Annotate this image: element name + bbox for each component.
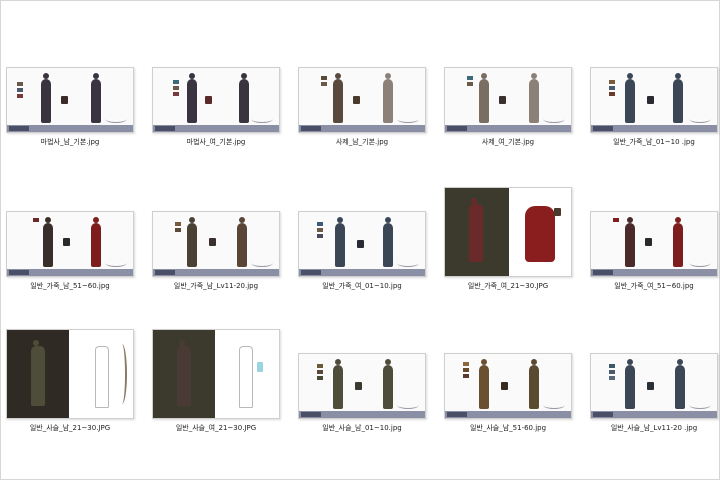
file-thumbnail[interactable] — [590, 67, 718, 133]
file-tile[interactable]: 일반_가죽_여_01~10.jpg — [297, 211, 427, 291]
file-name: 일반_가죽_여_01~10.jpg — [322, 282, 402, 290]
file-name: 사제_남_기본.jpg — [335, 138, 389, 146]
file-tile[interactable]: 일반_사슬_남_Lv11-20 .jpg — [589, 353, 719, 433]
file-tile[interactable]: 일반_가죽_여_21~30.JPG — [443, 187, 573, 291]
file-name: 일반_가죽_여_21~30.JPG — [467, 282, 549, 290]
file-tile[interactable]: 일반_사슬_여_21~30.JPG — [151, 329, 281, 433]
file-tile[interactable]: 일반_사슬_남_21~30.JPG — [5, 329, 135, 433]
file-tile[interactable]: 일반_가죽_남_01~10 .jpg — [589, 67, 719, 147]
file-name: 일반_가죽_여_51~60.jpg — [614, 282, 694, 290]
file-name: 마법사_여_기본.jpg — [186, 138, 246, 146]
file-thumbnail[interactable] — [152, 329, 280, 419]
file-thumbnail[interactable] — [444, 187, 572, 277]
file-name: 일반_가죽_남_01~10 .jpg — [613, 138, 695, 146]
file-thumbnail[interactable] — [152, 67, 280, 133]
file-thumbnail[interactable] — [298, 211, 426, 277]
file-name: 일반_가죽_남_Lv11-20.jpg — [173, 282, 259, 290]
file-tile[interactable]: 사제_여_기본.jpg — [443, 67, 573, 147]
file-tile[interactable]: 일반_가죽_남_51~60.jpg — [5, 211, 135, 291]
file-tile[interactable]: 마법사_남_기본.jpg — [5, 67, 135, 147]
file-thumbnail[interactable] — [6, 211, 134, 277]
file-tile[interactable]: 일반_사슬_남_51-60.jpg — [443, 353, 573, 433]
file-explorer-window: 마법사_남_기본.jpg 마법사_여_기본.jpg 사제_남_기본.jpg 사제… — [0, 0, 720, 480]
file-thumbnail[interactable] — [6, 329, 134, 419]
file-thumbnail[interactable] — [590, 353, 718, 419]
file-thumbnail[interactable] — [152, 211, 280, 277]
file-name: 마법사_남_기본.jpg — [40, 138, 100, 146]
file-thumbnail[interactable] — [298, 353, 426, 419]
file-name: 일반_사슬_남_Lv11-20 .jpg — [610, 424, 698, 432]
file-name: 일반_가죽_남_51~60.jpg — [30, 282, 110, 290]
file-tile[interactable]: 일반_가죽_여_51~60.jpg — [589, 211, 719, 291]
file-tile[interactable]: 사제_남_기본.jpg — [297, 67, 427, 147]
file-name: 일반_사슬_남_01~10.jpg — [322, 424, 402, 432]
file-name: 일반_사슬_남_21~30.JPG — [29, 424, 111, 432]
file-thumbnail[interactable] — [444, 67, 572, 133]
file-thumbnail[interactable] — [298, 67, 426, 133]
file-thumbnail[interactable] — [590, 211, 718, 277]
file-thumbnail[interactable] — [444, 353, 572, 419]
file-tile[interactable]: 일반_가죽_남_Lv11-20.jpg — [151, 211, 281, 291]
file-thumbnail[interactable] — [6, 67, 134, 133]
thumbnail-grid: 마법사_남_기본.jpg 마법사_여_기본.jpg 사제_남_기본.jpg 사제… — [1, 1, 720, 480]
file-name: 일반_사슬_여_21~30.JPG — [175, 424, 257, 432]
file-tile[interactable]: 마법사_여_기본.jpg — [151, 67, 281, 147]
file-name: 일반_사슬_남_51-60.jpg — [469, 424, 547, 432]
file-name: 사제_여_기본.jpg — [481, 138, 535, 146]
file-tile[interactable]: 일반_사슬_남_01~10.jpg — [297, 353, 427, 433]
